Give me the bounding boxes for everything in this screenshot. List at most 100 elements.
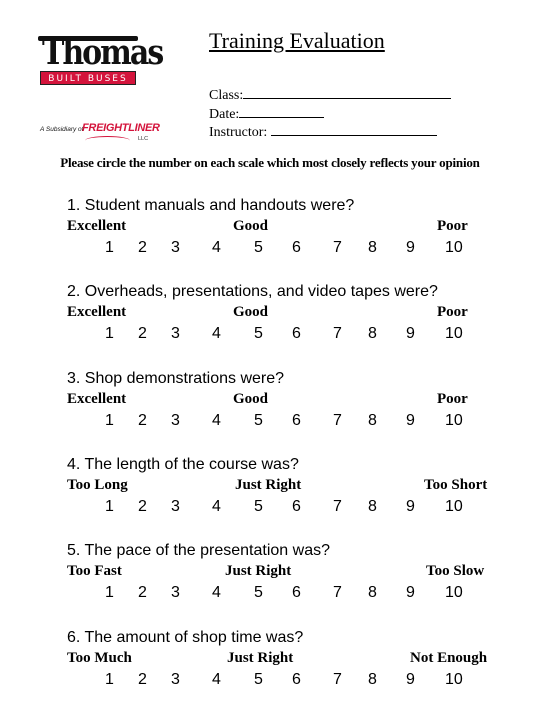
rating-option[interactable]: 2 — [138, 583, 147, 603]
class-label: Class: — [209, 88, 244, 103]
rating-option[interactable]: 6 — [292, 497, 301, 517]
date-label: Date: — [209, 107, 240, 122]
swoosh-icon — [85, 136, 130, 145]
question-text: 3. Shop demonstrations were? — [67, 370, 285, 387]
instructor-input-line[interactable] — [270, 122, 437, 136]
logo-tagline: BUILT BUSES — [40, 71, 136, 85]
scale-anchor-high: Poor — [437, 218, 468, 234]
rating-option[interactable]: 2 — [138, 324, 147, 344]
question-4: 4. The length of the course was? Too Long… — [67, 455, 517, 525]
rating-option[interactable]: 3 — [171, 670, 180, 690]
rating-option[interactable]: 5 — [254, 238, 263, 258]
rating-option[interactable]: 2 — [138, 497, 147, 517]
rating-option[interactable]: 5 — [254, 583, 263, 603]
rating-option[interactable]: 3 — [171, 238, 180, 258]
rating-option[interactable]: 4 — [212, 324, 221, 344]
rating-option[interactable]: 9 — [406, 583, 415, 603]
rating-option[interactable]: 9 — [406, 670, 415, 690]
rating-option[interactable]: 7 — [333, 497, 342, 517]
rating-option[interactable]: 9 — [406, 411, 415, 431]
rating-option[interactable]: 3 — [171, 411, 180, 431]
rating-option[interactable]: 8 — [368, 411, 377, 431]
rating-option[interactable]: 5 — [254, 497, 263, 517]
rating-option[interactable]: 7 — [333, 411, 342, 431]
logo-brand-text: Thomas — [42, 32, 164, 74]
thomas-built-buses-logo: Thomas BUILT BUSES — [38, 32, 164, 88]
rating-option[interactable]: 6 — [292, 670, 301, 690]
subsidiary-brand: FREIGHTLINER — [82, 122, 160, 134]
class-field: Class: — [209, 85, 452, 104]
scale-anchor-mid: Just Right — [235, 477, 302, 493]
rating-option[interactable]: 3 — [171, 324, 180, 344]
question-6: 6. The amount of shop time was? Too Much J… — [67, 628, 517, 698]
subsidiary-prefix: A Subsidiary of — [40, 126, 84, 133]
rating-option[interactable]: 10 — [445, 497, 463, 517]
scale-anchor-low: Too Long — [67, 477, 128, 493]
scale-anchor-low: Too Much — [67, 650, 132, 666]
rating-option[interactable]: 5 — [254, 411, 263, 431]
rating-option[interactable]: 7 — [333, 238, 342, 258]
scale-anchor-mid: Good — [233, 304, 269, 320]
rating-option[interactable]: 9 — [406, 324, 415, 344]
rating-option[interactable]: 1 — [105, 411, 114, 431]
question-text: 4. The length of the course was? — [67, 456, 299, 473]
page-title: Training Evaluation — [209, 28, 385, 53]
rating-option[interactable]: 8 — [368, 670, 377, 690]
rating-option[interactable]: 10 — [445, 670, 463, 690]
instructor-label: Instructor: — [209, 125, 268, 140]
question-3: 3. Shop demonstrations were? Excellent Goo… — [67, 369, 517, 439]
rating-option[interactable]: 2 — [138, 411, 147, 431]
scale-anchor-low: Excellent — [67, 304, 127, 320]
rating-option[interactable]: 5 — [254, 324, 263, 344]
rating-option[interactable]: 6 — [292, 238, 301, 258]
rating-option[interactable]: 7 — [333, 324, 342, 344]
rating-option[interactable]: 1 — [105, 238, 114, 258]
rating-option[interactable]: 10 — [445, 238, 463, 258]
question-2: 2. Overheads, presentations, and video t… — [67, 282, 517, 352]
rating-option[interactable]: 8 — [368, 238, 377, 258]
rating-option[interactable]: 1 — [105, 583, 114, 603]
scale-anchor-high: Poor — [437, 304, 468, 320]
rating-option[interactable]: 8 — [368, 324, 377, 344]
rating-option[interactable]: 4 — [212, 238, 221, 258]
rating-option[interactable]: 9 — [406, 497, 415, 517]
rating-option[interactable]: 5 — [254, 670, 263, 690]
rating-option[interactable]: 2 — [138, 238, 147, 258]
rating-option[interactable]: 1 — [105, 497, 114, 517]
question-text: 1. Student manuals and handouts were? — [67, 197, 355, 214]
rating-option[interactable]: 8 — [368, 497, 377, 517]
rating-option[interactable]: 8 — [368, 583, 377, 603]
scale-anchor-high: Not Enough — [410, 650, 488, 666]
instructor-field: Instructor: — [209, 122, 437, 141]
rating-option[interactable]: 1 — [105, 670, 114, 690]
instructions: Please circle the number on each scale w… — [60, 155, 480, 170]
rating-option[interactable]: 4 — [212, 411, 221, 431]
rating-option[interactable]: 10 — [445, 411, 463, 431]
rating-option[interactable]: 4 — [212, 497, 221, 517]
scale-anchor-high: Poor — [437, 391, 468, 407]
date-input-line[interactable] — [239, 104, 325, 118]
rating-option[interactable]: 6 — [292, 583, 301, 603]
rating-option[interactable]: 6 — [292, 411, 301, 431]
rating-option[interactable]: 10 — [445, 583, 463, 603]
rating-option[interactable]: 4 — [212, 670, 221, 690]
rating-option[interactable]: 10 — [445, 324, 463, 344]
question-1: 1. Student manuals and handouts were? Exc… — [67, 196, 517, 266]
scale-anchor-mid: Good — [233, 391, 269, 407]
rating-option[interactable]: 1 — [105, 324, 114, 344]
rating-option[interactable]: 3 — [171, 583, 180, 603]
class-input-line[interactable] — [243, 85, 452, 99]
rating-option[interactable]: 4 — [212, 583, 221, 603]
scale-anchor-high: Too Short — [424, 477, 488, 493]
scale-anchor-low: Excellent — [67, 391, 127, 407]
rating-option[interactable]: 7 — [333, 670, 342, 690]
rating-option[interactable]: 7 — [333, 583, 342, 603]
rating-option[interactable]: 6 — [292, 324, 301, 344]
rating-option[interactable]: 3 — [171, 497, 180, 517]
question-text: 2. Overheads, presentations, and video t… — [67, 283, 438, 300]
rating-option[interactable]: 2 — [138, 670, 147, 690]
question-5: 5. The pace of the presentation was? Too … — [67, 541, 517, 611]
rating-option[interactable]: 9 — [406, 238, 415, 258]
question-text: 5. The pace of the presentation was? — [67, 542, 330, 559]
scale-anchor-mid: Good — [233, 218, 269, 234]
